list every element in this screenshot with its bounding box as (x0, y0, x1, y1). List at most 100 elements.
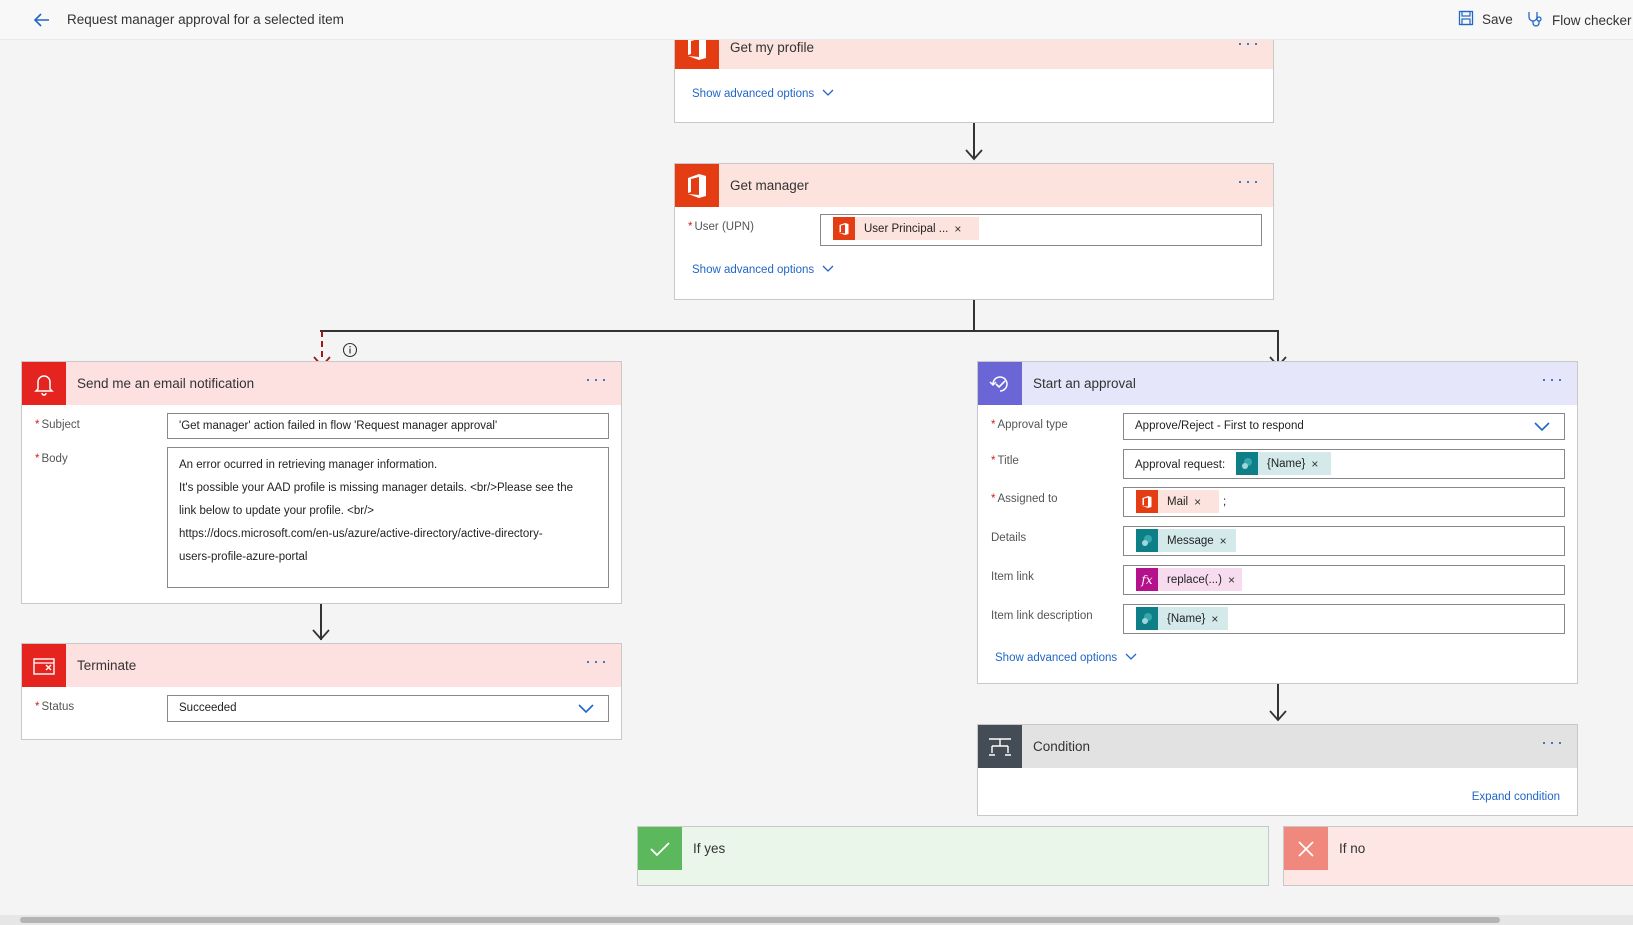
body-text: An error ocurred in retrieving manager i… (179, 454, 604, 569)
fx-icon: fx (1136, 568, 1158, 591)
item-link-description-input[interactable]: {Name} × (1123, 604, 1565, 634)
more-icon[interactable]: ··· (585, 370, 609, 388)
start-approval-card[interactable]: Start an approval ··· * Approval type App… (977, 361, 1578, 684)
more-icon[interactable]: ··· (1237, 40, 1261, 52)
card-title: Terminate (77, 658, 137, 673)
horizontal-scrollbar[interactable] (0, 915, 1633, 925)
card-header[interactable]: Send me an email notification ··· (22, 362, 621, 405)
body-line: https://docs.microsoft.com/en-us/azure/a… (179, 528, 543, 540)
office-icon (1136, 490, 1158, 513)
title-label: * Title (991, 455, 1019, 467)
scrollbar-thumb[interactable] (20, 917, 1500, 923)
expression-token[interactable]: fx replace(...) × (1136, 568, 1242, 591)
token-label: replace(...) (1167, 573, 1222, 586)
details-input[interactable]: Message × (1123, 526, 1565, 556)
card-title: Start an approval (1033, 376, 1136, 391)
card-header[interactable]: Condition ··· (978, 725, 1577, 768)
show-advanced-options-link[interactable]: Show advanced options (692, 88, 834, 100)
user-upn-input[interactable]: User Principal ... × (820, 214, 1262, 246)
connector (320, 330, 1278, 332)
token-label: User Principal ... (864, 222, 949, 235)
remove-token-icon[interactable]: × (1228, 573, 1241, 587)
if-yes-branch[interactable]: If yes (637, 826, 1269, 886)
body-label: * Body (35, 453, 68, 465)
card-title: Send me an email notification (77, 376, 255, 391)
back-arrow-icon[interactable] (30, 8, 54, 32)
chevron-down-icon (822, 264, 834, 276)
terminate-icon (22, 644, 66, 687)
card-header[interactable]: Terminate ··· (22, 644, 621, 687)
condition-card[interactable]: Condition ··· Expand condition (977, 724, 1578, 816)
chevron-down-icon[interactable] (1534, 422, 1550, 435)
branch-header[interactable]: If yes (638, 827, 1268, 870)
assigned-suffix: ; (1223, 496, 1227, 508)
approval-type-value: Approve/Reject - First to respond (1135, 420, 1304, 432)
flow-canvas[interactable]: Get my profile ··· Show advanced options… (0, 40, 1633, 915)
status-value: Succeeded (179, 702, 237, 714)
sharepoint-icon (1136, 529, 1158, 552)
link-label: Show advanced options (692, 264, 815, 276)
expand-condition-link[interactable]: Expand condition (1472, 791, 1560, 803)
branch-header[interactable]: If no (1284, 827, 1633, 870)
get-manager-card[interactable]: Get manager ··· * User (UPN) User Princip… (674, 163, 1274, 300)
token-label: Mail (1167, 495, 1189, 508)
chevron-down-icon[interactable] (578, 704, 594, 717)
item-link-label: Item link (991, 571, 1034, 583)
flow-checker-button[interactable]: Flow checker (1526, 10, 1632, 31)
item-link-input[interactable]: fx replace(...) × (1123, 565, 1565, 595)
body-input[interactable]: An error ocurred in retrieving manager i… (167, 447, 609, 588)
remove-token-icon[interactable]: × (1211, 612, 1224, 626)
x-icon (1284, 827, 1328, 870)
arrow-icon (965, 149, 983, 161)
card-header[interactable]: Get my profile ··· (675, 40, 1273, 69)
details-label: Details (991, 532, 1027, 544)
subject-value: 'Get manager' action failed in flow 'Req… (179, 420, 498, 432)
show-advanced-options-link[interactable]: Show advanced options (692, 264, 834, 276)
dynamic-content-token[interactable]: User Principal ... × (833, 217, 979, 240)
body-line: users-profile-azure-portal (179, 551, 308, 563)
connector (973, 300, 975, 331)
show-advanced-options-link[interactable]: Show advanced options (995, 652, 1137, 664)
dynamic-content-token[interactable]: Mail × (1136, 490, 1219, 513)
dynamic-content-token[interactable]: {Name} × (1136, 607, 1228, 630)
dynamic-content-token[interactable]: Message × (1136, 529, 1236, 552)
assigned-to-input[interactable]: Mail × ; (1123, 487, 1565, 517)
condition-icon (978, 725, 1022, 768)
sharepoint-icon (1136, 607, 1158, 630)
email-notification-card[interactable]: Send me an email notification ··· * Subje… (21, 361, 622, 604)
status-select[interactable]: Succeeded (167, 695, 609, 722)
card-title: Condition (1033, 739, 1091, 754)
remove-token-icon[interactable]: × (1311, 457, 1324, 471)
more-icon[interactable]: ··· (1237, 172, 1261, 190)
more-icon[interactable]: ··· (585, 652, 609, 670)
save-label: Save (1482, 12, 1513, 27)
sharepoint-icon (1236, 452, 1258, 475)
remove-token-icon[interactable]: × (1194, 495, 1207, 509)
more-icon[interactable]: ··· (1541, 370, 1565, 388)
arrow-icon (1269, 710, 1287, 722)
subject-input[interactable]: 'Get manager' action failed in flow 'Req… (167, 413, 609, 439)
approval-type-select[interactable]: Approve/Reject - First to respond (1123, 413, 1565, 440)
dynamic-content-token[interactable]: {Name} × (1236, 452, 1331, 475)
get-my-profile-card[interactable]: Get my profile ··· Show advanced options (674, 40, 1274, 123)
assigned-to-label: * Assigned to (991, 493, 1058, 505)
title-prefix: Approval request: (1135, 459, 1226, 471)
stethoscope-icon (1526, 10, 1544, 31)
if-no-branch[interactable]: If no (1283, 826, 1633, 886)
title-input[interactable]: Approval request: {Name} × (1123, 449, 1565, 479)
approval-type-label: * Approval type (991, 419, 1068, 431)
remove-token-icon[interactable]: × (954, 222, 967, 236)
card-header[interactable]: Start an approval ··· (978, 362, 1577, 405)
remove-token-icon[interactable]: × (1220, 534, 1233, 548)
chevron-down-icon (822, 88, 834, 100)
branch-title: If no (1339, 841, 1366, 856)
terminate-card[interactable]: Terminate ··· * Status Succeeded (21, 643, 622, 740)
status-label: * Status (35, 701, 75, 713)
token-label: {Name} (1167, 612, 1206, 625)
item-link-description-label: Item link description (991, 610, 1093, 622)
office-icon (833, 217, 855, 240)
save-button[interactable]: Save (1458, 10, 1513, 29)
info-icon[interactable] (342, 342, 358, 361)
more-icon[interactable]: ··· (1541, 733, 1565, 751)
card-header[interactable]: Get manager ··· (675, 164, 1273, 207)
